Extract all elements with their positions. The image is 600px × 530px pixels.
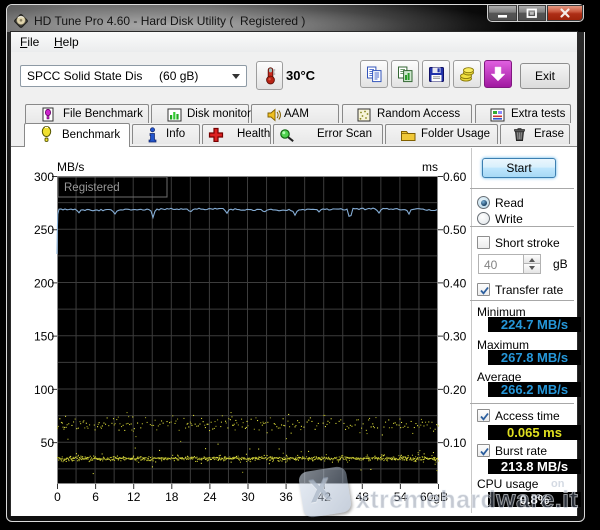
svg-text:30: 30: [241, 490, 255, 504]
svg-text:MB/s: MB/s: [57, 160, 84, 174]
svg-text:12: 12: [127, 490, 141, 504]
svg-text:0.20: 0.20: [443, 383, 467, 397]
svg-text:300: 300: [34, 170, 54, 184]
svg-text:0: 0: [54, 490, 61, 504]
svg-text:50: 50: [41, 436, 55, 450]
svg-text:0.50: 0.50: [443, 223, 467, 237]
svg-text:0.30: 0.30: [443, 330, 467, 344]
svg-text:Registered: Registered: [64, 182, 120, 194]
svg-text:24: 24: [203, 490, 217, 504]
svg-text:100: 100: [34, 383, 54, 397]
svg-text:0.40: 0.40: [443, 276, 467, 290]
svg-text:6: 6: [92, 490, 99, 504]
svg-text:36: 36: [279, 490, 293, 504]
svg-text:0.60: 0.60: [443, 170, 467, 184]
svg-text:200: 200: [34, 276, 54, 290]
svg-text:250: 250: [34, 223, 54, 237]
svg-text:ms: ms: [422, 160, 438, 174]
svg-text:18: 18: [165, 490, 179, 504]
svg-text:0.10: 0.10: [443, 436, 467, 450]
svg-text:150: 150: [34, 330, 54, 344]
